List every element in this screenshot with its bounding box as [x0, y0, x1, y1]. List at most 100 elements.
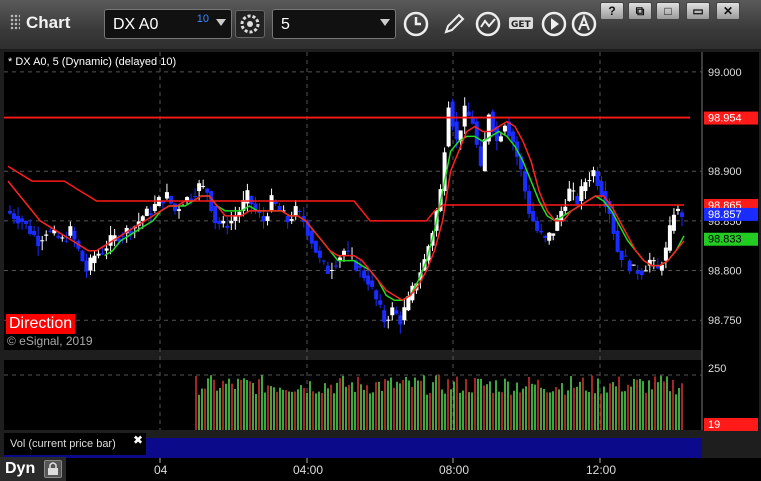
chevron-down-icon[interactable]	[380, 19, 390, 26]
candle-body	[510, 131, 515, 143]
candle-body	[333, 265, 338, 267]
gear-icon[interactable]	[235, 10, 265, 38]
candle-body	[233, 216, 238, 221]
candle-body	[454, 121, 459, 140]
candle-body	[523, 171, 528, 192]
candle-body	[172, 203, 177, 212]
chart-legend: * DX A0, 5 (Dynamic) (delayed 10)	[8, 56, 177, 68]
candle-body	[289, 219, 294, 221]
volume-tick-label: 250	[708, 363, 726, 375]
candle-body	[591, 170, 596, 177]
price-tag-label: 98.833	[708, 234, 742, 246]
candle-body	[148, 213, 153, 216]
volume-current-label: 19	[708, 419, 720, 431]
candle-body	[164, 192, 169, 199]
candle-body	[671, 214, 676, 231]
close-icon[interactable]: ✖	[133, 433, 143, 447]
candle-body	[100, 253, 105, 255]
candle-body	[362, 270, 367, 279]
candle-body	[627, 260, 632, 272]
candle-body	[663, 247, 668, 261]
tile-button[interactable]: ▭	[686, 2, 710, 20]
price-tag-label: 98.954	[708, 113, 742, 125]
candle-body	[583, 182, 588, 192]
study-icon[interactable]	[474, 10, 502, 38]
maximize-button[interactable]: □	[656, 2, 680, 20]
candle-body	[579, 186, 584, 201]
candle-body	[152, 204, 157, 211]
candle-body	[527, 191, 532, 214]
candle-body	[313, 240, 318, 253]
candle-body	[394, 310, 399, 314]
candle-body	[24, 220, 29, 224]
candle-body	[325, 265, 330, 274]
candle-body	[40, 240, 45, 242]
close-button[interactable]: ✕	[716, 2, 740, 20]
candle-body	[104, 248, 109, 251]
candle-body	[229, 220, 234, 224]
candle-body	[221, 220, 226, 224]
candle-body	[639, 270, 644, 276]
candle-body	[321, 260, 326, 262]
candle-body	[474, 121, 479, 145]
candle-body	[531, 210, 536, 222]
candle-body	[225, 225, 230, 228]
chevron-down-icon[interactable]	[216, 19, 226, 26]
lock-icon[interactable]	[44, 460, 62, 478]
price-tick-label: 99.000	[708, 67, 742, 79]
interval-input[interactable]: 5	[272, 9, 396, 39]
candle-body	[56, 235, 61, 238]
candle-body	[44, 234, 49, 236]
restore-button[interactable]: ⧉	[628, 2, 652, 20]
candle-body	[462, 105, 467, 127]
candle-body	[96, 253, 101, 256]
candle-body	[587, 180, 592, 182]
candle-body	[571, 190, 576, 192]
price-tick-label: 98.750	[708, 315, 742, 327]
drag-handle-icon[interactable]	[10, 14, 20, 30]
candle-body	[265, 216, 270, 221]
candle-body	[679, 212, 684, 217]
app-title: Chart	[10, 13, 70, 33]
symbol-input[interactable]: DX A0 10	[104, 9, 232, 39]
price-tick-label: 98.800	[708, 266, 742, 278]
candle-body	[623, 255, 628, 257]
candle-body	[378, 300, 383, 305]
candle-body	[177, 209, 182, 211]
candle-body	[213, 205, 218, 224]
alert-icon[interactable]	[570, 10, 598, 38]
candle-body	[466, 111, 471, 116]
candle-body	[205, 188, 210, 193]
candle-body	[543, 235, 548, 239]
toolbar: Chart DX A0 10 5 GET ? ⧉ □ ▭ ✕	[0, 0, 761, 50]
candle-body	[140, 216, 145, 221]
help-button[interactable]: ?	[600, 2, 624, 20]
pencil-icon[interactable]	[440, 10, 468, 38]
svg-text:GET: GET	[511, 20, 532, 30]
clock-icon[interactable]	[402, 10, 430, 38]
candle-body	[297, 210, 302, 212]
candle-body	[595, 171, 600, 187]
candle-body	[317, 250, 322, 258]
candle-body	[547, 232, 552, 241]
candle-body	[261, 215, 266, 222]
direction-study-label[interactable]: Direction	[6, 314, 76, 334]
candle-body	[535, 220, 540, 231]
play-icon[interactable]	[540, 10, 568, 38]
candle-body	[197, 183, 202, 192]
candle-body	[16, 215, 21, 224]
get-icon[interactable]: GET	[508, 10, 536, 38]
time-tick-label: 08:00	[439, 463, 469, 477]
candle-body	[446, 107, 451, 147]
candle-body	[675, 208, 680, 211]
candle-body	[575, 196, 580, 205]
candle-body	[88, 257, 93, 271]
candle-body	[32, 230, 37, 236]
candle-body	[386, 319, 391, 321]
candle-body	[48, 230, 53, 232]
candle-body	[382, 310, 387, 323]
candle-body	[193, 196, 198, 198]
candle-body	[667, 225, 672, 251]
price-chart[interactable]: 99.00098.90098.85098.80098.75004 04:00 08:…	[0, 50, 761, 481]
candle-body	[92, 255, 97, 264]
